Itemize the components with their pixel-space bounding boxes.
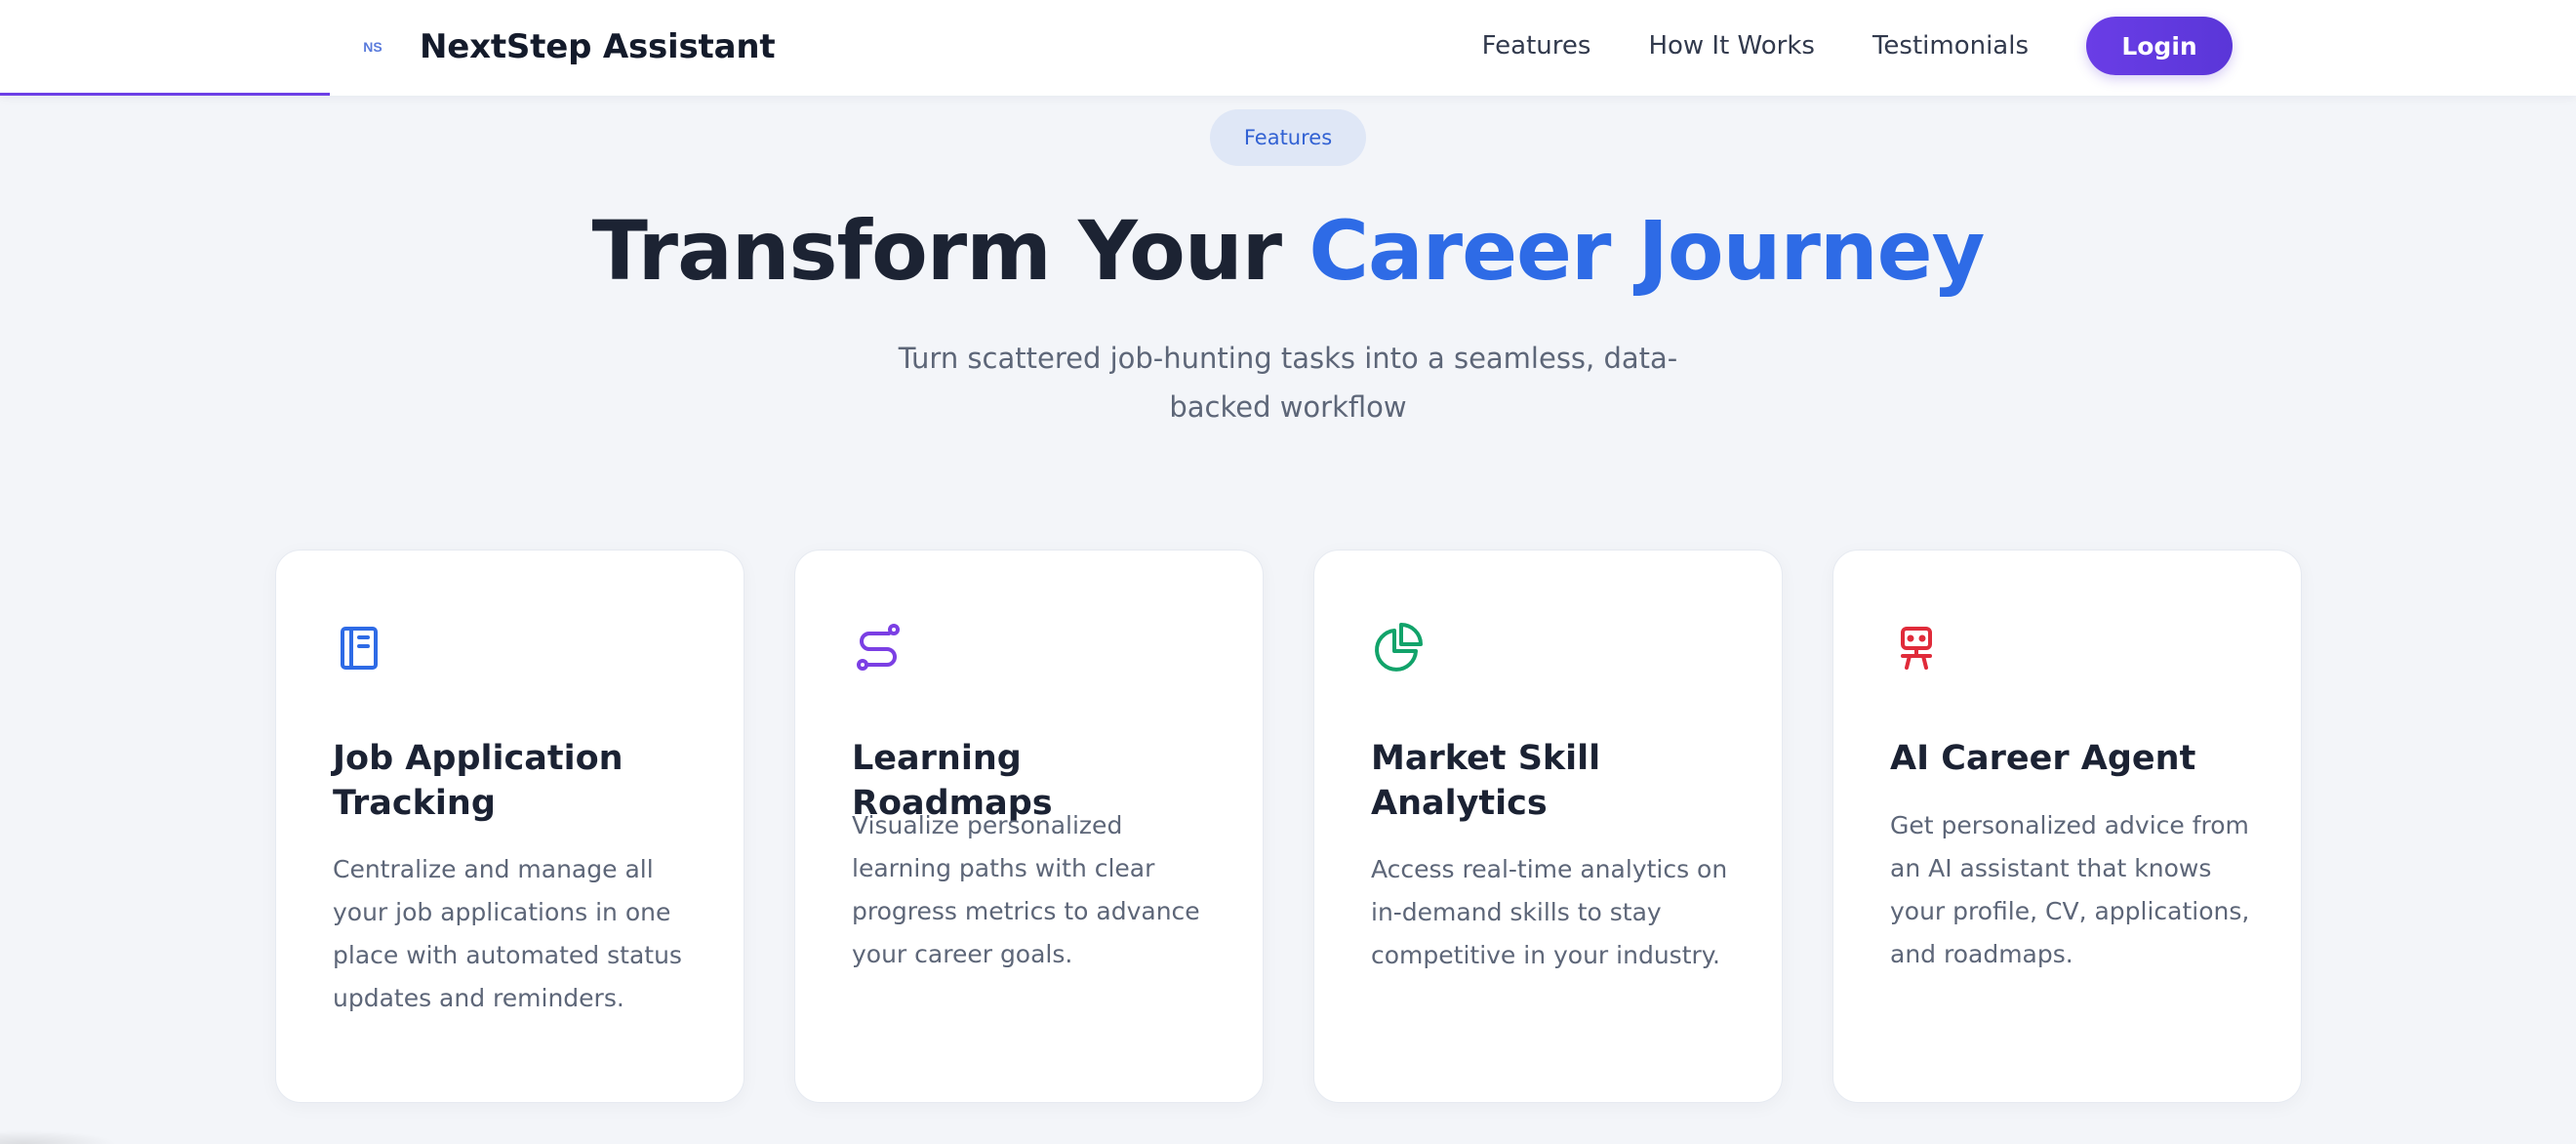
- feature-cards: Job Application Tracking Centralize and …: [275, 550, 2302, 1103]
- brand-name[interactable]: NextStep Assistant: [420, 27, 776, 66]
- section-badge: Features: [1210, 109, 1366, 166]
- feature-card-title: Market Skill Analytics: [1371, 739, 1601, 823]
- robot-icon: [1901, 627, 1932, 670]
- page-corner-shadow: [0, 1130, 117, 1144]
- brand[interactable]: NS NextStep Assistant: [353, 21, 775, 72]
- feature-card-description: Visualize personalized learning paths wi…: [852, 811, 1200, 968]
- feature-card-title: Job Application Tracking: [333, 739, 624, 823]
- route-icon: [857, 624, 900, 671]
- brand-logo-icon[interactable]: NS: [353, 27, 392, 66]
- nav-link-how-it-works[interactable]: How It Works: [1648, 31, 1815, 61]
- feature-card-description: Get personalized advice from an AI assis…: [1890, 811, 2250, 968]
- site-header: NS NextStep Assistant Features How It Wo…: [0, 0, 2576, 96]
- notebook-icon: [341, 627, 378, 670]
- feature-card-ai-agent: AI Career Agent Get personalized advice …: [1832, 550, 2302, 1103]
- hero-title-accent: Career Journey: [1308, 203, 1985, 299]
- main-nav: Features How It Works Testimonials Login: [1482, 0, 2576, 92]
- pie-chart-icon: [1375, 623, 1423, 672]
- feature-card-description: Centralize and manage all your job appli…: [333, 855, 682, 1012]
- login-button[interactable]: Login: [2086, 17, 2233, 75]
- scroll-progress-bar: [0, 93, 2576, 96]
- scroll-progress-fill: [0, 93, 330, 96]
- feature-card-job-tracking: Job Application Tracking Centralize and …: [275, 550, 745, 1103]
- feature-card-title: AI Career Agent: [1890, 739, 2196, 778]
- hero-subtitle: Turn scattered job-hunting tasks into a …: [898, 342, 1678, 424]
- nav-link-features[interactable]: Features: [1482, 31, 1591, 61]
- feature-card-learning-roadmaps: Learning Roadmaps Visualize personalized…: [794, 550, 1264, 1103]
- feature-card-description: Access real-time analytics on in-demand …: [1371, 855, 1728, 969]
- feature-card-market-analytics: Market Skill Analytics Access real-time …: [1313, 550, 1783, 1103]
- hero-title-main: Transform Your: [591, 203, 1282, 299]
- nav-link-testimonials[interactable]: Testimonials: [1872, 31, 2029, 61]
- hero-title: Transform Your Career Journey: [0, 203, 2576, 299]
- brand-logo-text: NS: [363, 39, 382, 55]
